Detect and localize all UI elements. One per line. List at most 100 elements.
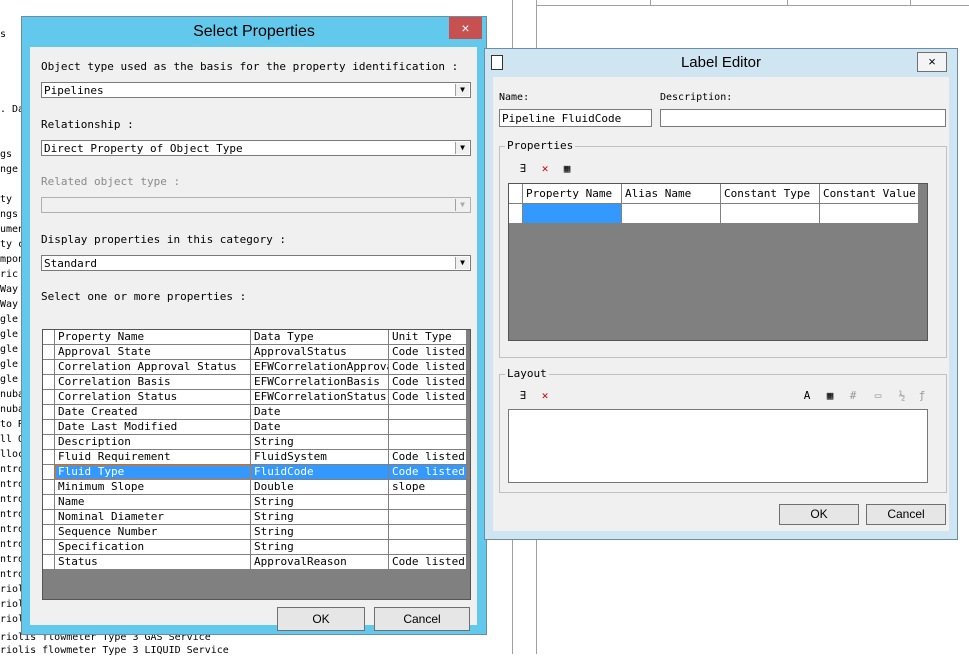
chevron-down-icon[interactable]: ▼ [455, 257, 469, 269]
table-cell: String [251, 435, 389, 450]
delete-icon[interactable]: ✕ [536, 160, 554, 178]
table-cell: Status [55, 555, 251, 570]
background-text-line: ty [0, 194, 13, 205]
row-selector[interactable] [43, 510, 55, 525]
font-icon[interactable]: A [798, 387, 816, 405]
dialog-body: Name: Pipeline FluidCode Description: Pr… [493, 77, 949, 531]
row-selector[interactable] [509, 204, 523, 224]
table-row[interactable] [509, 204, 934, 224]
properties-table: Property Name Data Type Unit Type Approval … [42, 329, 471, 600]
table-row[interactable]: Description String [43, 435, 468, 450]
row-selector[interactable] [43, 360, 55, 375]
table-row[interactable]: Sequence Number String [43, 525, 468, 540]
ok-button[interactable]: OK [277, 607, 365, 631]
name-input[interactable]: Pipeline FluidCode [499, 109, 652, 127]
table-cell: Sequence Number [55, 525, 251, 540]
column-header[interactable]: Property Name [523, 184, 622, 204]
table-cell[interactable] [523, 204, 622, 224]
relationship-combo[interactable]: Direct Property of Object Type ▼ [41, 140, 471, 156]
row-selector[interactable] [43, 375, 55, 390]
table-row[interactable]: Date Created Date [43, 405, 468, 420]
table-cell: Correlation Approval Status [55, 360, 251, 375]
background-text-line: ngs [0, 209, 19, 220]
table-cell[interactable] [721, 204, 820, 224]
table-cell: Code listed [389, 450, 467, 465]
column-header[interactable]: Constant Value [820, 184, 919, 204]
table-cell: EFWCorrelationBasis [251, 375, 389, 390]
properties-icon[interactable]: ▦ [558, 160, 576, 178]
row-selector[interactable] [43, 525, 55, 540]
table-row[interactable]: Correlation Basis EFWCorrelationBasis Code… [43, 375, 468, 390]
row-selector[interactable] [43, 345, 55, 360]
column-header[interactable]: Alias Name [622, 184, 721, 204]
category-combo[interactable]: Standard ▼ [41, 255, 471, 271]
table-row[interactable]: Date Last Modified Date [43, 420, 468, 435]
label-properties-grid: Property Name Alias Name Constant Type Cons… [508, 183, 928, 341]
grid-line [910, 0, 911, 5]
table-cell: FluidCode [251, 465, 389, 480]
table-cell: Code listed [389, 360, 467, 375]
description-input[interactable] [660, 109, 946, 127]
object-type-label: Object type used as the basis for the pr… [41, 60, 459, 73]
table-cell: Minimum Slope [55, 480, 251, 495]
table-cell: Approval State [55, 345, 251, 360]
table-row[interactable]: Fluid Type FluidCode Code listed [43, 465, 468, 480]
delete-icon[interactable]: ✕ [536, 387, 554, 405]
column-header[interactable]: Unit Type [389, 330, 467, 345]
background-text-line: riolis flowmeter Type 3 LIQUID Service [0, 645, 229, 656]
object-type-combo[interactable]: Pipelines ▼ [41, 82, 471, 98]
column-header[interactable]: Data Type [251, 330, 389, 345]
table-row[interactable]: Name String [43, 495, 468, 510]
table-cell [389, 495, 467, 510]
ok-button[interactable]: OK [779, 504, 859, 525]
table-row[interactable]: Correlation Approval Status EFWCorrelatio… [43, 360, 468, 375]
row-selector[interactable] [43, 465, 55, 480]
table-row[interactable]: Specification String [43, 540, 468, 555]
table-cell[interactable] [622, 204, 721, 224]
column-header[interactable]: Property Name [55, 330, 251, 345]
close-button[interactable]: × [917, 52, 947, 72]
row-selector[interactable] [43, 480, 55, 495]
row-selector[interactable] [43, 540, 55, 555]
row-selector[interactable] [43, 495, 55, 510]
table-header: Property Name Alias Name Constant Type Cons… [509, 184, 934, 204]
formula-icon[interactable]: ▦ [821, 387, 839, 405]
table-row[interactable]: Nominal Diameter String [43, 510, 468, 525]
row-selector[interactable] [43, 555, 55, 570]
cancel-button[interactable]: Cancel [866, 504, 946, 525]
relationship-label: Relationship : [41, 118, 134, 131]
table-row[interactable]: Fluid Requirement FluidSystem Code listed [43, 450, 468, 465]
column-header[interactable]: Constant Type [721, 184, 820, 204]
dialog-body: Object type used as the basis for the pr… [30, 47, 477, 631]
table-cell: Code listed [389, 465, 467, 480]
table-row[interactable]: Status ApprovalReason Code listed [43, 555, 468, 570]
insert-property-icon[interactable]: ∃ [514, 160, 532, 178]
row-selector[interactable] [43, 420, 55, 435]
cancel-button[interactable]: Cancel [374, 607, 470, 631]
table-cell: ApprovalReason [251, 555, 389, 570]
table-row[interactable]: Approval State ApprovalStatus Code listed [43, 345, 468, 360]
table-cell: Date [251, 420, 389, 435]
close-button[interactable]: × [449, 17, 482, 39]
related-object-type-combo: ▼ [41, 197, 471, 213]
chevron-down-icon[interactable]: ▼ [455, 84, 469, 96]
table-cell: EFWCorrelationStatus [251, 390, 389, 405]
row-selector[interactable] [43, 450, 55, 465]
background-text-line: s [0, 29, 7, 40]
background-text-line: gle [0, 359, 19, 370]
row-selector[interactable] [43, 330, 55, 345]
table-cell[interactable] [820, 204, 919, 224]
row-selector[interactable] [43, 405, 55, 420]
table-cell: String [251, 510, 389, 525]
layout-text-area[interactable] [508, 409, 928, 483]
table-row[interactable]: Minimum Slope Double slope [43, 480, 468, 495]
row-selector[interactable] [43, 390, 55, 405]
background-text-line: Way [0, 284, 19, 295]
chevron-down-icon[interactable]: ▼ [455, 142, 469, 154]
row-selector[interactable] [43, 435, 55, 450]
table-row[interactable]: Correlation Status EFWCorrelationStatus Co… [43, 390, 468, 405]
properties-group-label: Properties [505, 139, 576, 152]
function-icon: ƒ [918, 389, 926, 402]
row-selector[interactable] [509, 184, 523, 204]
insert-layout-icon[interactable]: ∃ [514, 387, 532, 405]
